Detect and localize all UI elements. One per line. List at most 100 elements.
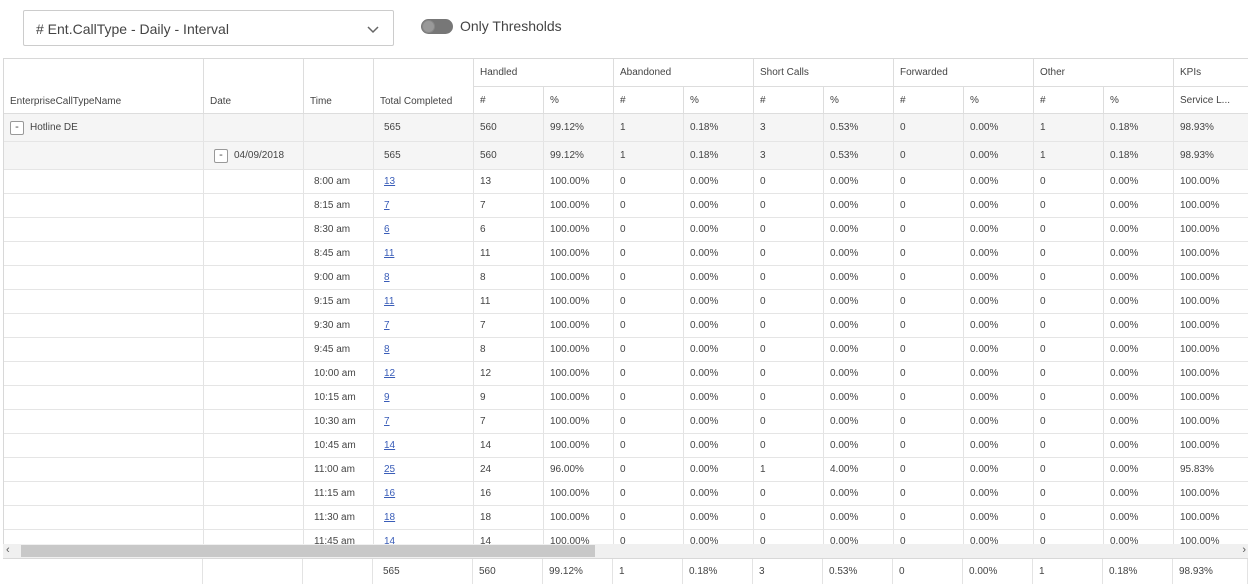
- cell-total-completed[interactable]: 11: [374, 242, 474, 265]
- date-row: -04/09/2018 565 560 99.12% 1 0.18% 3 0.53% 0 0.00…: [4, 142, 1248, 170]
- column-header-time[interactable]: Time: [304, 59, 374, 114]
- cell-value: 0: [614, 242, 684, 265]
- column-group-handled[interactable]: Handled: [474, 59, 614, 87]
- cell-total-completed[interactable]: 18: [374, 506, 474, 529]
- column-sub-percent[interactable]: %: [824, 87, 894, 114]
- cell-value: 0: [894, 142, 964, 169]
- cell-value: 0: [754, 410, 824, 433]
- cell-value: 0: [894, 386, 964, 409]
- column-header-date[interactable]: Date: [204, 59, 304, 114]
- column-group-abandoned[interactable]: Abandoned: [614, 59, 754, 87]
- cell-value: 0.00%: [964, 434, 1034, 457]
- cell-total-completed[interactable]: 25: [374, 458, 474, 481]
- column-group-forwarded[interactable]: Forwarded: [894, 59, 1034, 87]
- column-header-name[interactable]: EnterpriseCallTypeName: [4, 59, 204, 114]
- column-sub-count[interactable]: #: [754, 87, 824, 114]
- scroll-left-icon[interactable]: ‹: [6, 544, 10, 556]
- cell-total-completed[interactable]: 13: [374, 170, 474, 193]
- cell-value: 0: [614, 482, 684, 505]
- column-sub-percent[interactable]: %: [1104, 87, 1174, 114]
- collapse-date-button[interactable]: -: [214, 148, 228, 163]
- column-header-total[interactable]: Total Completed: [374, 59, 474, 114]
- cell-value: 100.00%: [544, 338, 614, 361]
- scroll-right-icon[interactable]: ›: [1242, 544, 1246, 556]
- cell-time: 10:30 am: [304, 410, 374, 433]
- cell-value: 0.00%: [684, 194, 754, 217]
- cell-value: 0: [1034, 410, 1104, 433]
- table-row: 10:00 am 12 12 100.00% 0 0.00% 0 0.00% 0 0.00% 0 0.…: [4, 362, 1248, 386]
- cell-total-completed[interactable]: 9: [374, 386, 474, 409]
- cell-value: 1: [1034, 114, 1104, 141]
- total-completed-link[interactable]: 13: [384, 176, 395, 187]
- cell-total-completed[interactable]: 16: [374, 482, 474, 505]
- total-completed-link[interactable]: 16: [384, 488, 395, 499]
- cell-value: 0: [1034, 290, 1104, 313]
- total-completed-link[interactable]: 7: [384, 320, 390, 331]
- cell-value: 9: [474, 386, 544, 409]
- total-completed-link[interactable]: 12: [384, 368, 395, 379]
- cell-total-completed[interactable]: 7: [374, 410, 474, 433]
- cell-value: 0: [1034, 194, 1104, 217]
- total-completed-link[interactable]: 11: [384, 296, 394, 307]
- cell-total-completed[interactable]: 6: [374, 218, 474, 241]
- total-completed-link[interactable]: 7: [384, 200, 390, 211]
- column-group-other[interactable]: Other: [1034, 59, 1174, 87]
- total-completed-link[interactable]: 6: [384, 224, 390, 235]
- cell-value: 0: [754, 338, 824, 361]
- column-group-kpis[interactable]: KPIs: [1174, 59, 1248, 87]
- cell-total-completed[interactable]: 11: [374, 290, 474, 313]
- cell-value: 100.00%: [1174, 266, 1248, 289]
- column-sub-count[interactable]: #: [1034, 87, 1104, 114]
- cell-value: 0: [1034, 434, 1104, 457]
- cell-value: 0.00%: [824, 482, 894, 505]
- column-sub-count[interactable]: #: [614, 87, 684, 114]
- horizontal-scrollbar[interactable]: ‹ ›: [3, 544, 1248, 558]
- chevron-down-icon: [367, 26, 379, 34]
- only-thresholds-toggle[interactable]: [421, 19, 453, 34]
- cell-time: 9:15 am: [304, 290, 374, 313]
- total-completed-link[interactable]: 11: [384, 248, 394, 259]
- cell-value: 100.00%: [544, 530, 614, 544]
- collapse-group-button[interactable]: -: [10, 120, 24, 135]
- cell-value: 12: [474, 362, 544, 385]
- cell-value: 100.00%: [1174, 386, 1248, 409]
- report-select[interactable]: # Ent.CallType - Daily - Interval: [23, 10, 394, 46]
- cell-value: 0: [894, 362, 964, 385]
- cell-value: 0.00%: [1104, 194, 1174, 217]
- column-sub-percent[interactable]: %: [964, 87, 1034, 114]
- cell-value: 100.00%: [544, 506, 614, 529]
- cell-total-completed[interactable]: 12: [374, 362, 474, 385]
- cell-value: 100.00%: [544, 242, 614, 265]
- cell-total-completed[interactable]: 14: [374, 434, 474, 457]
- total-completed-link[interactable]: 14: [384, 440, 395, 451]
- cell-date: [204, 114, 304, 141]
- column-sub-percent[interactable]: %: [684, 87, 754, 114]
- cell-value: 100.00%: [544, 170, 614, 193]
- cell-total-completed[interactable]: 8: [374, 266, 474, 289]
- column-sub-percent[interactable]: %: [544, 87, 614, 114]
- total-completed-link[interactable]: 14: [384, 536, 395, 544]
- total-completed-link[interactable]: 7: [384, 416, 390, 427]
- column-sub-count[interactable]: #: [894, 87, 964, 114]
- cell-value: 0.00%: [964, 266, 1034, 289]
- cell-call-type-name: [4, 314, 204, 337]
- column-group-short-calls[interactable]: Short Calls: [754, 59, 894, 87]
- cell-total-completed[interactable]: 8: [374, 338, 474, 361]
- cell-value: 0: [754, 482, 824, 505]
- cell-value: 100.00%: [1174, 314, 1248, 337]
- total-completed-link[interactable]: 18: [384, 512, 395, 523]
- footer-empty-cell: [3, 559, 203, 584]
- total-completed-link[interactable]: 25: [384, 464, 395, 475]
- scrollbar-thumb[interactable]: [21, 545, 595, 557]
- total-completed-link[interactable]: 8: [384, 272, 390, 283]
- cell-total-completed[interactable]: 7: [374, 194, 474, 217]
- column-sub-count[interactable]: #: [474, 87, 544, 114]
- cell-total-completed[interactable]: 14: [374, 530, 474, 544]
- column-sub-service-level[interactable]: Service L...: [1174, 87, 1248, 114]
- cell-value: 100.00%: [544, 362, 614, 385]
- total-completed-link[interactable]: 9: [384, 392, 390, 403]
- total-completed-link[interactable]: 8: [384, 344, 390, 355]
- cell-call-type-name: [4, 338, 204, 361]
- cell-value: 0: [614, 338, 684, 361]
- cell-total-completed[interactable]: 7: [374, 314, 474, 337]
